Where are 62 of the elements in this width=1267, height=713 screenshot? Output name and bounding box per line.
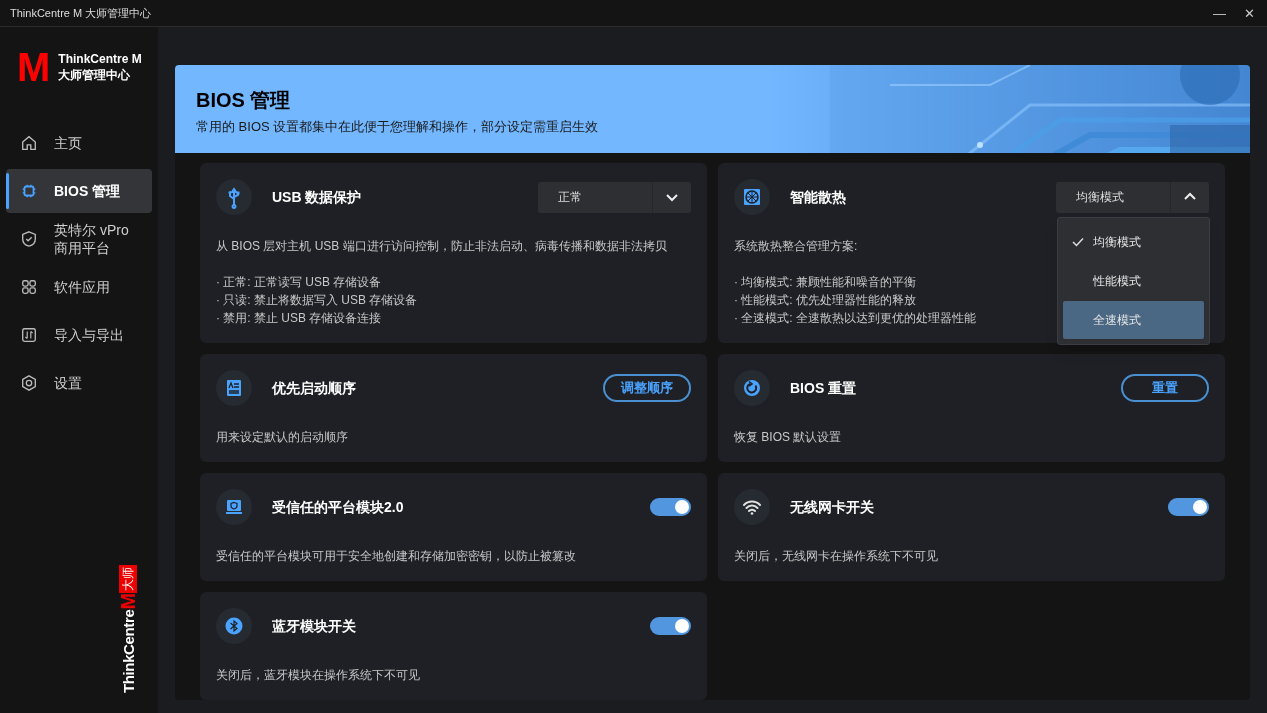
selection-indicator [6,173,9,209]
card-title: 无线网卡开关 [790,497,875,517]
card-description: 受信任的平台模块可用于安全地创建和存储加密密钥，以防止被篡改 [216,548,576,565]
toggle-switch[interactable] [650,617,691,635]
usb-icon [216,179,252,215]
brand-text: ThinkCentre [120,609,136,693]
monitor-shield-icon [216,489,252,525]
close-button[interactable]: ✕ [1244,6,1255,20]
sidebar-item[interactable]: 英特尔 vPro 商用平台 [6,217,152,261]
shield-icon [20,230,38,248]
dropdown[interactable]: 均衡模式 [1056,181,1209,213]
page-title: BIOS 管理 [196,88,292,113]
sidebar-item[interactable]: 软件应用 [6,265,152,309]
detail-line: · 禁用: 禁止 USB 存储设备连接 [216,310,382,327]
sidebar-item[interactable]: 设置 [6,361,152,405]
home-icon [20,134,38,152]
card-description: 关闭后，无线网卡在操作系统下不可见 [734,548,938,565]
arrows-icon [20,326,38,344]
card-title: BIOS 重置 [790,378,858,398]
dropdown-option[interactable]: 性能模式 [1063,262,1204,300]
brand-name: ThinkCentre M [58,51,142,67]
detail-line: · 正常: 正常读写 USB 存储设备 [216,274,382,291]
card-title: 智能散热 [790,187,847,207]
logo: M [17,47,51,87]
brand-tag: 大师 [119,564,137,593]
toggle-switch[interactable] [1168,498,1209,516]
dropdown-option[interactable]: 全速模式 [1063,301,1204,339]
card-description: 从 BIOS 层对主机 USB 端口进行访问控制，防止非法启动、病毒传播和数据非法拷贝 [216,238,667,255]
toggle-switch[interactable] [650,498,691,516]
document-icon [216,370,252,406]
card-description: 用来设定默认的启动顺序 [216,429,348,446]
chip-icon [20,182,38,200]
card-title: 受信任的平台模块2.0 [272,497,405,517]
window-title: ThinkCentre M 大师管理中心 [10,5,152,21]
detail-line: · 性能模式: 优先处理器性能的释放 [734,292,916,309]
wifi-icon [734,489,770,525]
card-title: 优先启动顺序 [272,378,357,398]
card-description: 系统散热整合管理方案: [734,238,858,255]
card-button[interactable]: 调整顺序 [603,374,691,402]
sidebar-item[interactable]: 导入与导出 [6,313,152,357]
sidebar-item[interactable]: 主页 [6,121,152,165]
grid-icon [20,278,38,296]
reset-icon [734,370,770,406]
fan-icon [734,179,770,215]
brand-mark: M [118,592,138,610]
page-subtitle: 常用的 BIOS 设置都集中在此便于您理解和操作，部分设定需重启生效 [196,118,600,136]
card-title: USB 数据保护 [272,187,363,207]
minimize-button[interactable]: — [1213,6,1226,20]
caret-icon [666,191,678,203]
card-button[interactable]: 重置 [1121,374,1209,402]
dropdown-option[interactable]: 均衡模式 [1063,223,1204,261]
detail-line: · 只读: 禁止将数据写入 USB 存储设备 [216,292,418,309]
card-description: 恢复 BIOS 默认设置 [734,429,842,446]
detail-line: · 均衡模式: 兼顾性能和噪音的平衡 [734,274,916,291]
dropdown[interactable]: 正常 [538,181,691,213]
settings-icon [20,374,38,392]
sidebar-item[interactable]: BIOS 管理 [6,169,152,213]
card-title: 蓝牙模块开关 [272,616,357,636]
card-description: 关闭后，蓝牙模块在操作系统下不可见 [216,667,420,684]
bluetooth-icon [216,608,252,644]
detail-line: · 全速模式: 全速散热以达到更优的处理器性能 [734,310,976,327]
brand-name: 大师管理中心 [58,67,132,83]
